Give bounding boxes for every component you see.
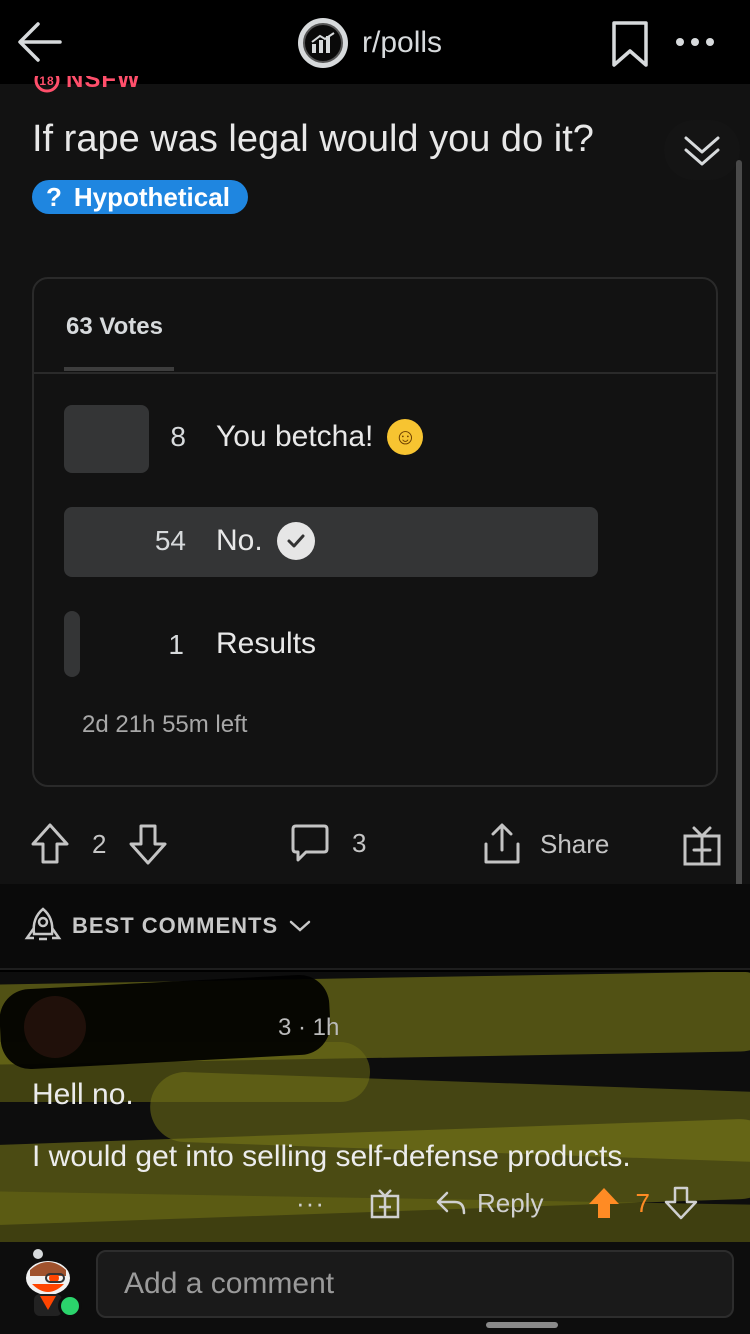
comment-more-button[interactable]: ···	[296, 1188, 325, 1219]
checkmark-icon	[276, 522, 315, 560]
poll-option: 8 You betcha! ☺	[64, 405, 684, 473]
comment-text: Hell no.	[32, 1078, 134, 1111]
comment-meta: 3 · 1h	[278, 1014, 340, 1041]
upvote-icon[interactable]	[30, 822, 70, 866]
bookmark-icon[interactable]	[610, 20, 650, 68]
poll-option: 1 Results	[64, 611, 684, 677]
subreddit-avatar	[298, 18, 348, 68]
award-gift-icon[interactable]	[682, 824, 722, 866]
share-button[interactable]: Share	[482, 822, 609, 866]
rocket-icon	[24, 907, 62, 941]
post-title: If rape was legal would you do it?	[32, 118, 594, 160]
comment-score: 7	[635, 1187, 650, 1218]
downvote-icon[interactable]	[664, 1186, 698, 1220]
poll-option-selected: 54 No.	[64, 507, 684, 577]
poll-option-bar	[64, 611, 80, 677]
upvote-filled-icon[interactable]	[587, 1186, 621, 1220]
subreddit-header[interactable]: r/polls	[298, 18, 442, 68]
poll-time-left: 2d 21h 55m left	[82, 711, 248, 738]
share-icon	[484, 823, 520, 864]
poll-option-label: No.	[216, 522, 315, 560]
online-status-dot	[58, 1294, 82, 1318]
downvote-icon[interactable]	[128, 822, 168, 866]
top-bar: r/polls	[0, 0, 750, 84]
collapse-button[interactable]	[664, 120, 740, 180]
post-action-bar: 2 3 Share	[0, 818, 750, 874]
comments-button[interactable]: 3	[290, 822, 366, 864]
commenter-avatar[interactable]	[24, 996, 86, 1058]
nsfw-label: NSFW	[66, 76, 141, 93]
post-score: 2	[92, 828, 107, 859]
chevron-down-icon	[289, 920, 311, 932]
reply-arrow-icon	[436, 1191, 466, 1215]
grinning-emoji-icon: ☺	[387, 419, 424, 455]
comment-composer: Add a comment	[0, 1242, 750, 1334]
comment-text: I would get into selling self-defense pr…	[32, 1140, 631, 1173]
poll-option-label: Results	[216, 627, 317, 660]
nsfw-tag: 18 NSFW	[34, 76, 141, 104]
comment-sort-button[interactable]: BEST COMMENTS	[24, 906, 312, 946]
comment-actions: ··· Reply 7	[296, 1186, 698, 1220]
poll-tab-underline	[64, 367, 174, 371]
comment-input[interactable]: Add a comment	[96, 1250, 734, 1318]
flair-label: Hypothetical	[73, 181, 230, 212]
home-indicator	[486, 1322, 558, 1328]
post-flair[interactable]: ? Hypothetical	[32, 180, 248, 214]
poll-divider	[34, 372, 716, 374]
scrollbar[interactable]	[736, 160, 742, 920]
poll-option-count: 54	[154, 525, 186, 556]
nsfw-icon: 18	[34, 76, 60, 93]
comment-sort-bar: BEST COMMENTS	[0, 884, 750, 970]
chart-icon	[311, 32, 335, 53]
more-options-icon[interactable]	[674, 30, 716, 54]
question-mark-icon: ?	[46, 181, 62, 212]
poll-option-label: You betcha! ☺	[216, 419, 424, 455]
poll-vote-count: 63 Votes	[66, 313, 163, 340]
poll-card: 63 Votes 8 You betcha! ☺ 54 No. 1 Result…	[32, 277, 718, 787]
vote-group: 2	[30, 822, 168, 866]
back-arrow-icon[interactable]	[14, 16, 66, 68]
subreddit-name: r/polls	[362, 26, 443, 59]
award-gift-icon[interactable]	[369, 1187, 401, 1219]
svg-text:18: 18	[39, 76, 54, 88]
reply-button[interactable]: Reply	[477, 1188, 543, 1219]
share-label: Share	[540, 828, 610, 859]
poll-option-count: 8	[170, 421, 186, 452]
comment-sort-label: BEST COMMENTS	[72, 913, 279, 938]
comment-count: 3	[352, 827, 367, 858]
poll-option-count: 1	[168, 629, 184, 660]
comment: 3 · 1h Hell no. I would get into selling…	[0, 972, 750, 1242]
double-chevron-down-icon	[684, 136, 720, 166]
comment-bubble-icon	[291, 824, 329, 862]
